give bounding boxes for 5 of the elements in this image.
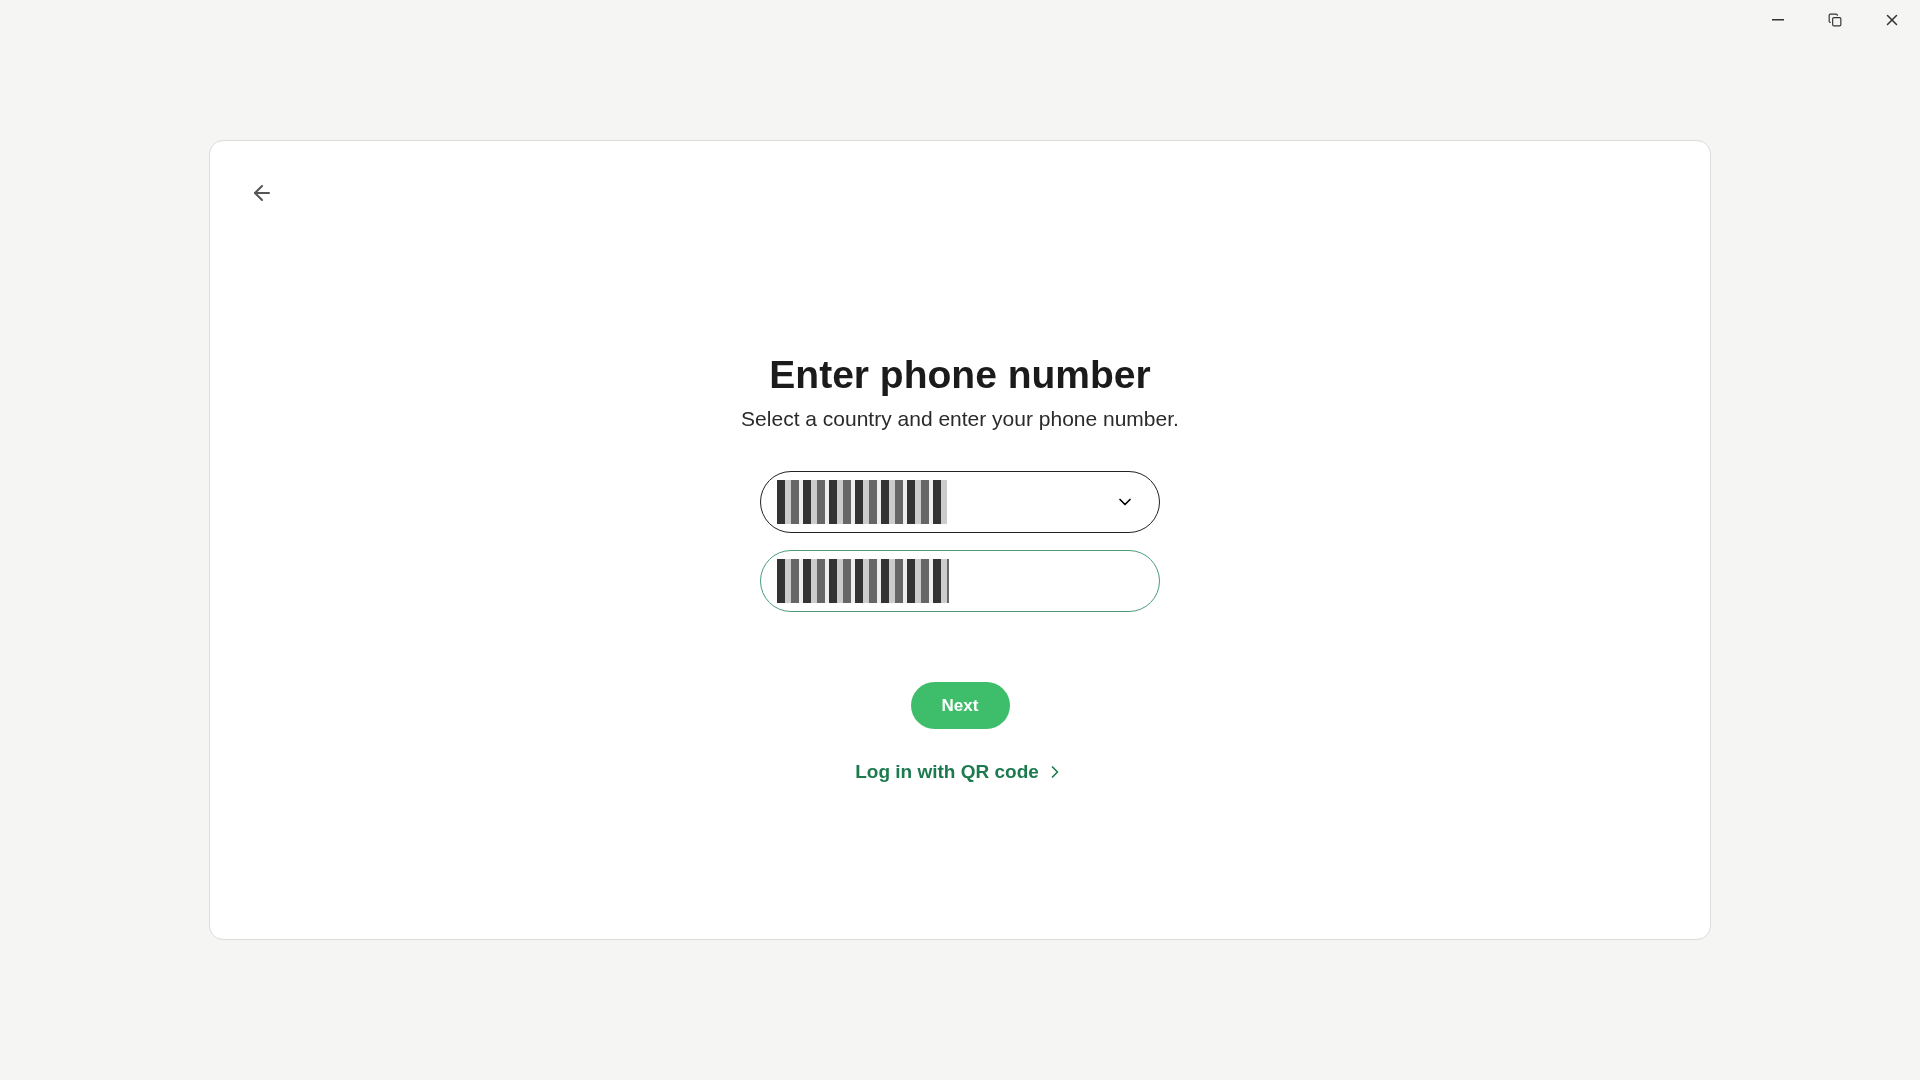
restore-icon (1827, 13, 1842, 27)
minimize-icon (1771, 19, 1784, 21)
page-subtitle: Select a country and enter your phone number. (741, 407, 1179, 431)
page-title: Enter phone number (769, 353, 1151, 397)
qr-login-link[interactable]: Log in with QR code (855, 761, 1065, 783)
